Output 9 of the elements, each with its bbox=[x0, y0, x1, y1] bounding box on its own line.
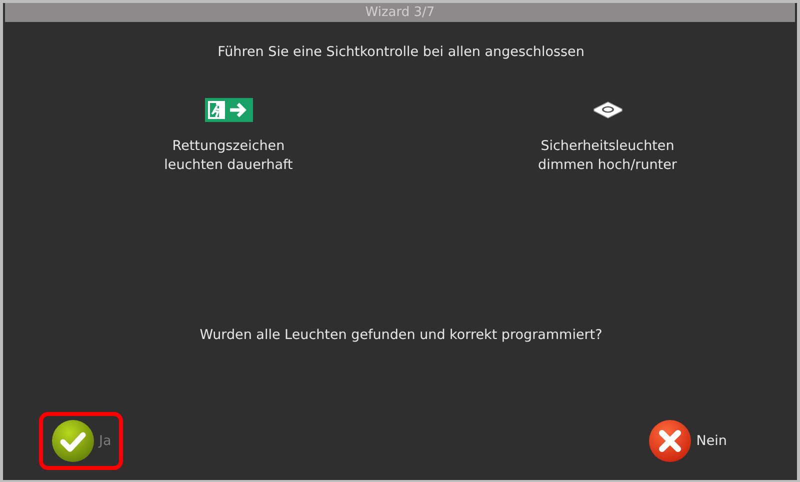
close-icon bbox=[648, 419, 692, 463]
checkmark-icon bbox=[51, 419, 95, 463]
window-title: Wizard 3/7 bbox=[5, 3, 795, 22]
check-label: Sicherheitsleuchten dimmen hoch/runter bbox=[538, 137, 677, 176]
no-button[interactable]: Nein bbox=[636, 412, 739, 470]
exit-sign-icon bbox=[204, 97, 252, 124]
instruction-text: Führen Sie eine Sichtkontrolle bei allen angeschlossen bbox=[216, 43, 586, 62]
question-text: Wurden alle Leuchten gefunden und korrekt programmiert? bbox=[198, 326, 604, 346]
check-label: Rettungszeichen leuchten dauerhaft bbox=[164, 137, 293, 176]
